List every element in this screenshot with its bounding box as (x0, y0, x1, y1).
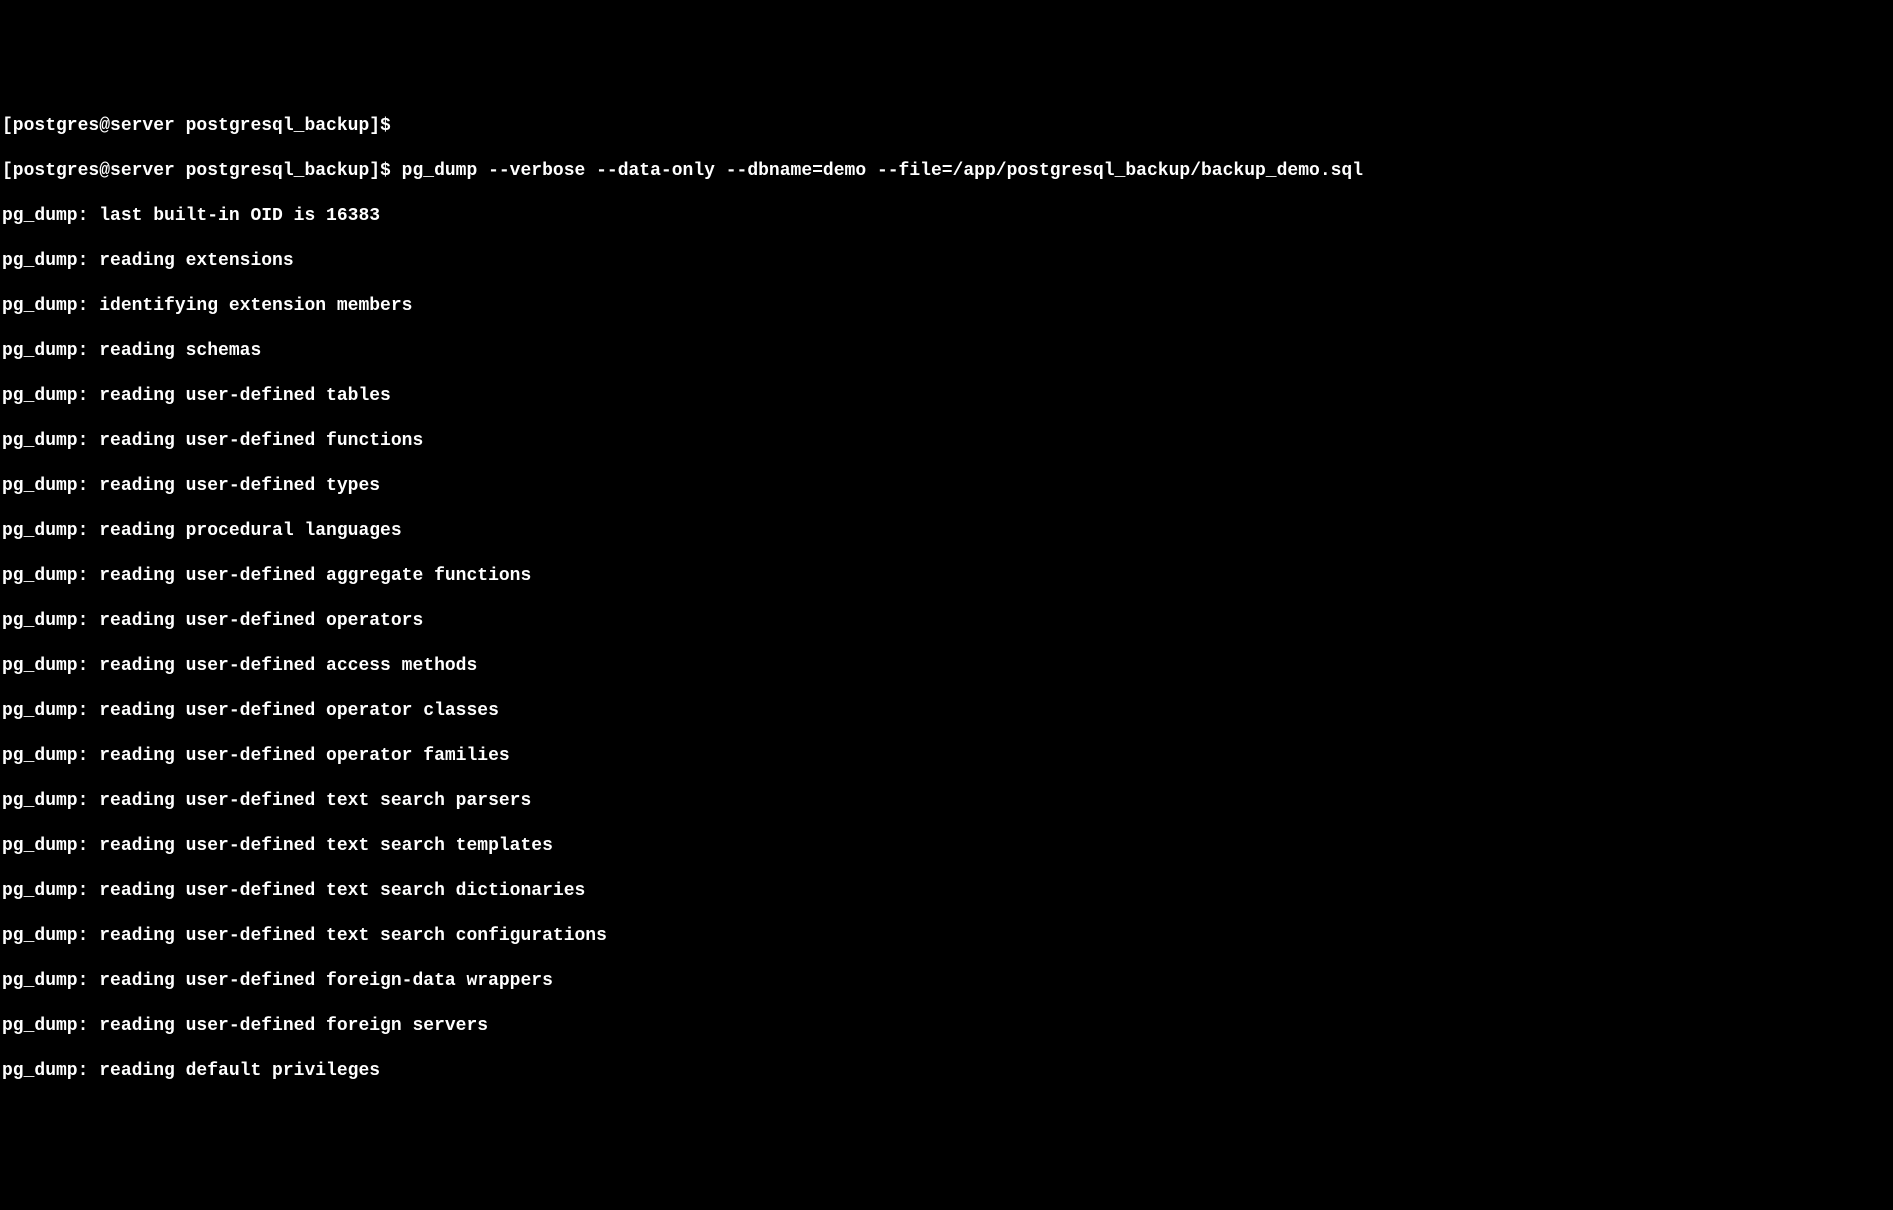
terminal-line: pg_dump: reading user-defined operator c… (2, 700, 1891, 723)
terminal-line: pg_dump: reading schemas (2, 340, 1891, 363)
terminal-line: pg_dump: reading user-defined functions (2, 430, 1891, 453)
terminal-line: pg_dump: reading user-defined foreign-da… (2, 970, 1891, 993)
terminal-line: pg_dump: reading extensions (2, 250, 1891, 273)
terminal-line: pg_dump: reading user-defined access met… (2, 655, 1891, 678)
terminal-line: pg_dump: reading user-defined foreign se… (2, 1015, 1891, 1038)
terminal-line: pg_dump: reading user-defined text searc… (2, 790, 1891, 813)
terminal-line: pg_dump: identifying extension members (2, 295, 1891, 318)
terminal-line: pg_dump: reading user-defined operator f… (2, 745, 1891, 768)
terminal-line: [postgres@server postgresql_backup]$ pg_… (2, 160, 1891, 183)
terminal-line: pg_dump: reading user-defined text searc… (2, 925, 1891, 948)
terminal-line: [postgres@server postgresql_backup]$ (2, 115, 1891, 138)
terminal-window[interactable]: [postgres@server postgresql_backup]$ [po… (2, 92, 1891, 1105)
terminal-line: pg_dump: reading user-defined operators (2, 610, 1891, 633)
terminal-line: pg_dump: reading user-defined aggregate … (2, 565, 1891, 588)
terminal-line: pg_dump: reading user-defined text searc… (2, 835, 1891, 858)
terminal-line: pg_dump: reading default privileges (2, 1060, 1891, 1083)
terminal-line: pg_dump: reading procedural languages (2, 520, 1891, 543)
terminal-line: pg_dump: reading user-defined tables (2, 385, 1891, 408)
terminal-line: pg_dump: reading user-defined text searc… (2, 880, 1891, 903)
terminal-line: pg_dump: reading user-defined types (2, 475, 1891, 498)
terminal-line: pg_dump: last built-in OID is 16383 (2, 205, 1891, 228)
